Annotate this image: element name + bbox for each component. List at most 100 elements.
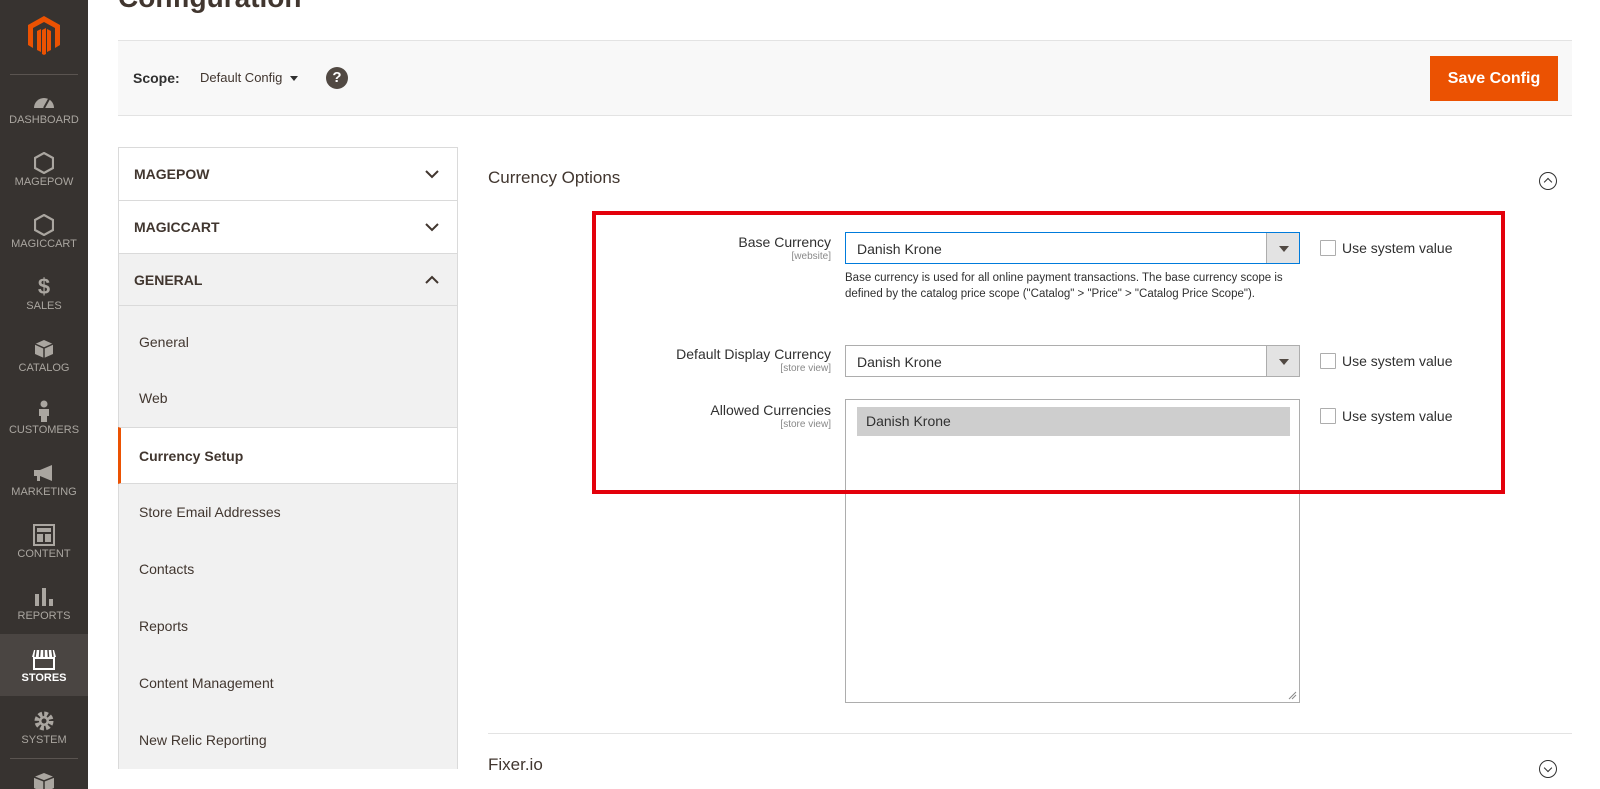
nav-item-sales[interactable]: $ SALES (0, 262, 88, 324)
tab-item-currency-setup[interactable]: Currency Setup (118, 427, 458, 484)
nav-label: MARKETING (11, 486, 77, 498)
allowed-currencies-multiselect[interactable]: Danish Krone (845, 399, 1300, 703)
select-value: Danish Krone (857, 354, 942, 370)
box-icon (34, 338, 54, 360)
nav-label: MAGICCART (11, 238, 77, 250)
nav-item-dashboard[interactable]: DASHBOARD (0, 76, 88, 138)
tab-group-title: MAGEPOW (134, 166, 210, 182)
nav-label: SALES (26, 300, 62, 312)
tab-item-label: Store Email Addresses (139, 504, 281, 520)
tab-item-web[interactable]: Web (118, 370, 458, 427)
megaphone-icon (32, 462, 56, 484)
layout-icon (33, 524, 55, 546)
nav-item-marketing[interactable]: MARKETING (0, 448, 88, 510)
nav-label: SYSTEM (21, 734, 67, 746)
nav-label: DASHBOARD (9, 114, 79, 126)
scope-value: Default Config (200, 70, 283, 85)
config-tabs: MAGEPOW MAGICCART GENERAL General Web Cu… (118, 147, 458, 789)
checkbox-box[interactable] (1320, 408, 1336, 424)
hexagon-icon (34, 214, 54, 236)
nav-label: CUSTOMERS (8, 424, 80, 436)
collapse-circle-icon[interactable] (1539, 760, 1557, 778)
nav-label: STORES (21, 672, 67, 684)
nav-item-system[interactable]: SYSTEM (0, 696, 88, 758)
field-scope: [website] (791, 251, 831, 262)
tab-item-label: Reports (139, 618, 189, 634)
store-icon (31, 648, 57, 670)
page-title: Configuration (118, 0, 302, 14)
tab-item-label: New Relic Reporting (139, 732, 267, 748)
dropdown-arrow-icon (1266, 233, 1299, 263)
tab-item-label: Content Management (139, 675, 274, 691)
section-title-fixer[interactable]: Fixer.io (488, 755, 543, 775)
tab-item-general[interactable]: General (118, 306, 458, 370)
nav-item-customers[interactable]: CUSTOMERS (0, 386, 88, 448)
tab-item-contacts[interactable]: Contacts (118, 541, 458, 598)
nav-label: CONTENT (17, 548, 71, 560)
use-system-value-checkbox[interactable]: Use system value (1320, 408, 1452, 424)
checkbox-label: Use system value (1342, 353, 1453, 369)
tab-item-label: Web (139, 390, 168, 406)
collapse-circle-icon[interactable] (1539, 172, 1557, 190)
tab-group-magepow[interactable]: MAGEPOW (118, 147, 458, 200)
person-icon (37, 400, 51, 422)
tab-item-reports[interactable]: Reports (118, 598, 458, 655)
field-label: Base Currency (738, 234, 831, 250)
tab-group-title: GENERAL (134, 272, 203, 288)
checkbox-box[interactable] (1320, 353, 1336, 369)
nav-label: CATALOG (18, 362, 70, 374)
hexagon-icon (34, 152, 54, 174)
box-icon (33, 772, 55, 789)
scope-label: Scope: (133, 70, 180, 86)
base-currency-select[interactable]: Danish Krone (845, 232, 1300, 264)
select-value: Danish Krone (857, 241, 942, 257)
nav-item-magepow[interactable]: MAGEPOW (0, 138, 88, 200)
gear-icon (33, 710, 55, 732)
help-icon[interactable]: ? (326, 67, 348, 89)
nav-item-magiccart[interactable]: MAGICCART (0, 200, 88, 262)
tab-item-store-email-addresses[interactable]: Store Email Addresses (118, 484, 458, 541)
tab-item-content-management[interactable]: Content Management (118, 655, 458, 712)
caret-down-icon (290, 76, 299, 82)
nav-item-stores[interactable]: STORES (0, 634, 88, 696)
save-config-button[interactable]: Save Config (1430, 56, 1558, 101)
checkbox-label: Use system value (1342, 408, 1453, 424)
tab-group-magiccart[interactable]: MAGICCART (118, 200, 458, 253)
chevron-up-icon (425, 272, 439, 290)
nav-item-content[interactable]: CONTENT (0, 510, 88, 572)
header-actions (1340, 0, 1460, 4)
tab-group-general[interactable]: GENERAL (118, 253, 458, 306)
nav-item-catalog[interactable]: CATALOG (0, 324, 88, 386)
use-system-value-checkbox[interactable]: Use system value (1320, 353, 1452, 369)
nav-item-reports[interactable]: REPORTS (0, 572, 88, 634)
nav-label: MAGEPOW (14, 176, 74, 188)
scope-switcher[interactable]: Default Config (200, 70, 299, 85)
checkbox-box[interactable] (1320, 240, 1336, 256)
tab-item-label: Currency Setup (139, 448, 244, 464)
tab-item-label: Contacts (139, 561, 195, 577)
bar-chart-icon (33, 586, 55, 608)
resize-grip-icon[interactable] (1288, 691, 1297, 700)
chevron-down-icon (425, 219, 439, 237)
field-scope: [store view] (780, 363, 831, 374)
nav-separator (10, 74, 78, 75)
dollar-icon: $ (37, 274, 51, 299)
multiselect-option[interactable]: Danish Krone (857, 407, 1290, 436)
section-divider (488, 733, 1572, 734)
tab-item-new-relic-reporting[interactable]: New Relic Reporting (118, 712, 458, 769)
tab-item-label: General (139, 334, 189, 350)
field-note: Base currency is used for all online pay… (845, 272, 1283, 300)
admin-sidebar: DASHBOARD MAGEPOW MAGICCART $ SALES CATA… (0, 0, 88, 789)
dashboard-icon (32, 90, 56, 112)
default-display-currency-select[interactable]: Danish Krone (845, 345, 1300, 377)
use-system-value-checkbox[interactable]: Use system value (1320, 240, 1452, 256)
tab-group-title: MAGICCART (134, 219, 220, 235)
checkbox-label: Use system value (1342, 240, 1453, 256)
dropdown-arrow-icon (1266, 346, 1299, 376)
field-label: Default Display Currency (676, 346, 831, 362)
field-label: Allowed Currencies (710, 402, 831, 418)
section-title[interactable]: Currency Options (488, 168, 620, 188)
field-scope: [store view] (780, 419, 831, 430)
nav-item-extension[interactable] (0, 758, 88, 789)
magento-logo-icon[interactable] (0, 14, 88, 64)
